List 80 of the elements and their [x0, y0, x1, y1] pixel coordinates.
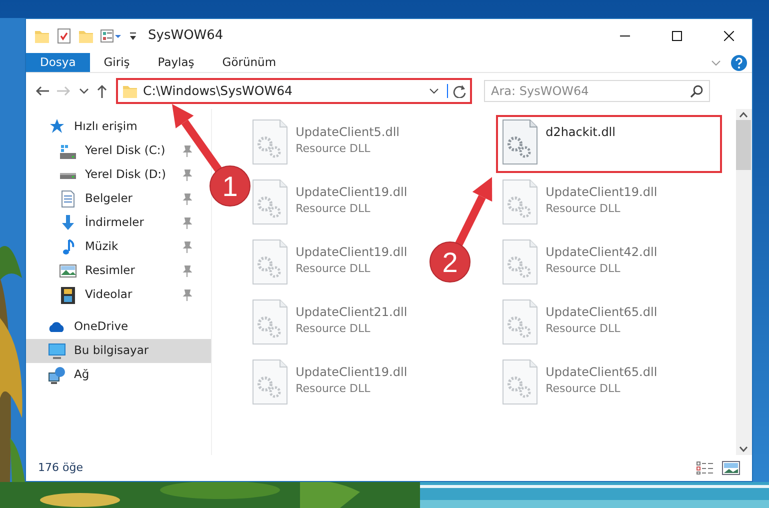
- drive-icon: [59, 144, 77, 158]
- file-name[interactable]: UpdateClient42.dll: [546, 243, 658, 261]
- file-type: Resource DLL: [546, 381, 622, 397]
- file-type: Resource DLL: [296, 381, 372, 397]
- tiles-view-icon[interactable]: [722, 461, 740, 475]
- sidebar-item[interactable]: OneDrive: [48, 318, 128, 336]
- drive-icon: [59, 172, 77, 178]
- pin-icon[interactable]: [182, 145, 192, 157]
- network-icon: [48, 366, 66, 384]
- sidebar-item[interactable]: Müzik: [59, 238, 118, 256]
- sidebar-item[interactable]: Hızlı erişim: [48, 118, 138, 136]
- picture-icon: [59, 264, 77, 278]
- ribbon-tab[interactable]: Dosya: [26, 53, 90, 72]
- file-type: Resource DLL: [296, 201, 372, 217]
- sidebar-item[interactable]: Bu bilgisayar: [26, 339, 211, 363]
- file-type: Resource DLL: [546, 321, 622, 337]
- window-title: SysWOW64: [148, 27, 224, 46]
- help-icon[interactable]: [730, 54, 748, 72]
- monitor-icon: [48, 342, 66, 360]
- address-path[interactable]: C:\Windows\SysWOW64: [138, 82, 429, 100]
- file-name[interactable]: UpdateClient21.dll: [296, 303, 408, 321]
- minimize-icon[interactable]: [620, 35, 630, 37]
- search-field[interactable]: Ara: SysWOW64: [484, 80, 710, 102]
- sidebar-item[interactable]: Yerel Disk (D:): [59, 166, 166, 184]
- scroll-down-icon[interactable]: [739, 446, 748, 452]
- file-name[interactable]: UpdateClient19.dll: [546, 183, 658, 201]
- folder-icon[interactable]: [34, 30, 50, 42]
- file-type: Resource DLL: [546, 201, 622, 217]
- ribbon-tab[interactable]: Giriş: [90, 53, 144, 72]
- file-type: Resource DLL: [546, 261, 622, 277]
- file-name[interactable]: UpdateClient5.dll: [296, 123, 400, 141]
- file-name[interactable]: UpdateClient19.dll: [296, 363, 408, 381]
- file-name[interactable]: UpdateClient19.dll: [296, 243, 408, 261]
- scroll-thumb[interactable]: [736, 120, 752, 170]
- sidebar-item[interactable]: Belgeler: [59, 190, 133, 208]
- ribbon-tab[interactable]: Görünüm: [208, 53, 290, 72]
- arrow: [454, 177, 492, 248]
- pin-icon[interactable]: [182, 217, 192, 229]
- chevron-icon[interactable]: [79, 88, 89, 94]
- file-name[interactable]: UpdateClient65.dll: [546, 363, 658, 381]
- properties-icon[interactable]: [100, 28, 122, 44]
- sidebar-item[interactable]: Resimler: [59, 262, 135, 280]
- file-type: Resource DLL: [296, 321, 372, 337]
- sidebar-item[interactable]: Videolar: [59, 286, 132, 304]
- address-bar[interactable]: C:\Windows\SysWOW64: [116, 78, 472, 104]
- ribbon-tab[interactable]: Paylaş: [144, 53, 208, 72]
- refresh-icon[interactable]: [447, 84, 466, 98]
- pin-icon[interactable]: [182, 193, 192, 205]
- sidebar-item[interactable]: İndirmeler: [59, 214, 144, 232]
- file-name[interactable]: d2hackit.dll: [546, 123, 616, 141]
- close-icon[interactable]: [724, 31, 734, 41]
- pin-icon[interactable]: [182, 169, 192, 181]
- pin-icon[interactable]: [182, 241, 192, 253]
- maximize-icon[interactable]: [672, 31, 682, 41]
- file-name[interactable]: UpdateClient65.dll: [546, 303, 658, 321]
- document-icon: [59, 190, 77, 208]
- download-arrow-icon: [59, 215, 77, 231]
- star-icon: [48, 119, 66, 135]
- file-type: Resource DLL: [296, 141, 372, 157]
- back-arrow-icon[interactable]: [35, 86, 49, 96]
- file-name[interactable]: UpdateClient19.dll: [296, 183, 408, 201]
- scrollbar[interactable]: [736, 109, 752, 455]
- file-type: Resource DLL: [296, 261, 372, 277]
- pin-icon[interactable]: [182, 265, 192, 277]
- film-icon: [59, 286, 77, 304]
- scroll-up-icon[interactable]: [739, 112, 748, 118]
- folder-icon[interactable]: [78, 30, 94, 42]
- sidebar-item[interactable]: Yerel Disk (C:): [59, 142, 166, 160]
- callout-badge: 2: [430, 242, 470, 282]
- folder-icon: [122, 84, 138, 98]
- checklist-icon[interactable]: [56, 28, 72, 44]
- chevron-icon[interactable]: [429, 88, 439, 94]
- up-arrow-icon[interactable]: [97, 84, 107, 98]
- arrow: [172, 104, 223, 174]
- sidebar-item[interactable]: Ağ: [48, 366, 90, 384]
- cloud-icon: [48, 322, 66, 332]
- details-view-icon[interactable]: [696, 461, 714, 475]
- callout-badge: 1: [210, 166, 250, 206]
- pin-icon[interactable]: [182, 289, 192, 301]
- item-count: 176 öğe: [38, 460, 83, 476]
